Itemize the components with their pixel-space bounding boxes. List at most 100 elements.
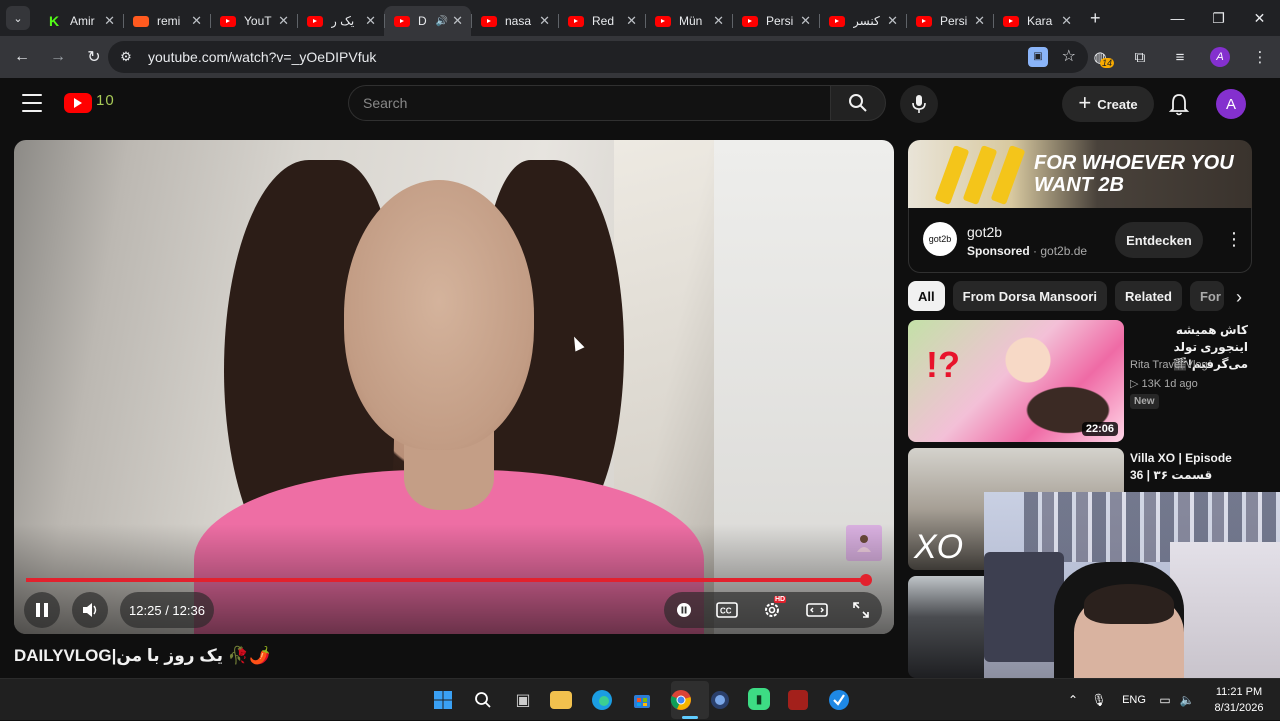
- start-windows-icon[interactable]: [431, 688, 455, 712]
- guide-menu-icon[interactable]: [22, 94, 42, 112]
- tab-close-icon[interactable]: ✕: [887, 13, 898, 29]
- browser-tab[interactable]: کنسر ✕: [819, 6, 906, 36]
- tab-close-icon[interactable]: ✕: [539, 13, 550, 29]
- ad-brand-name: got2b: [967, 224, 1003, 240]
- recommendation-channel[interactable]: Rita Travel Vlog: [1130, 359, 1208, 371]
- browser-tab[interactable]: Mün ✕: [645, 6, 732, 36]
- browser-tab[interactable]: Persi ✕: [906, 6, 993, 36]
- taskbar-search-icon[interactable]: [471, 688, 495, 712]
- search-input[interactable]: Search: [348, 85, 830, 121]
- tab-close-icon[interactable]: ✕: [452, 13, 463, 29]
- ad-cta-button[interactable]: Entdecken: [1115, 222, 1203, 258]
- tab-close-icon[interactable]: ✕: [626, 13, 637, 29]
- extension-icon[interactable]: ◍ 14: [1080, 48, 1120, 68]
- youtube-masthead: 10 Search + Create: [0, 78, 1280, 130]
- video-duration: 22:06: [1081, 422, 1118, 436]
- filter-chip[interactable]: Related: [1114, 281, 1182, 311]
- back-button[interactable]: ←: [6, 41, 38, 73]
- progress-bar[interactable]: [26, 578, 866, 582]
- recommendation-title[interactable]: Villa XO | Episode 36 | قسمت ۳۶: [1130, 450, 1248, 484]
- app-check-icon[interactable]: [827, 688, 851, 712]
- notifications-bell-icon[interactable]: [1166, 92, 1192, 118]
- microsoft-store-icon[interactable]: [630, 688, 654, 712]
- browser-tab[interactable]: Red ✕: [558, 6, 645, 36]
- ad-card[interactable]: got2b got2b Sponsored · got2b.de Entdeck…: [908, 208, 1252, 273]
- recommendation-thumbnail[interactable]: !? 22:06: [908, 320, 1124, 442]
- browser-tab[interactable]: D 🔊 ✕: [384, 6, 471, 36]
- site-info-icon[interactable]: ⚙: [114, 49, 138, 65]
- tab-close-icon[interactable]: ✕: [974, 13, 985, 29]
- forward-button[interactable]: →: [42, 41, 74, 73]
- ad-headline: FOR WHOEVER YOU WANT 2B: [1034, 152, 1234, 196]
- chevron-right-icon[interactable]: ›: [1236, 287, 1242, 308]
- tab-close-icon[interactable]: ✕: [713, 13, 724, 29]
- address-bar[interactable]: ⚙ youtube.com/watch?v=_yOeDIPVfuk ▣ ☆: [108, 41, 1088, 73]
- browser-tab[interactable]: K Amir ✕: [36, 6, 123, 36]
- close-window-button[interactable]: ✕: [1239, 0, 1280, 36]
- voice-search-button[interactable]: [900, 85, 938, 123]
- tab-close-icon[interactable]: ✕: [191, 13, 202, 29]
- tab-search-button[interactable]: ⌄: [6, 6, 30, 30]
- ad-banner-image[interactable]: FOR WHOEVER YOU WANT 2B: [908, 140, 1252, 208]
- youtube-logo[interactable]: [64, 93, 92, 113]
- cast-icon[interactable]: ▣: [1028, 47, 1048, 67]
- browser-tab[interactable]: YouT ✕: [210, 6, 297, 36]
- browser-menu-icon[interactable]: ⋮: [1240, 48, 1280, 66]
- filter-chips: All From Dorsa Mansoori Related For ›: [908, 281, 1252, 311]
- autoplay-toggle-icon[interactable]: [676, 602, 692, 618]
- youtube-icon: [916, 15, 932, 27]
- extension-badge: 14: [1099, 58, 1114, 68]
- filter-chip[interactable]: For: [1189, 281, 1224, 311]
- profile-button[interactable]: A: [1200, 47, 1240, 67]
- recommendation-item[interactable]: !? 22:06 کاش همیشه اینجوری تولد می‌گرفتم…: [908, 320, 1252, 442]
- extensions-puzzle-icon[interactable]: ⧉: [1120, 49, 1160, 66]
- android-app-icon[interactable]: ▮: [748, 688, 770, 710]
- tray-overflow-chevron-icon[interactable]: ⌃: [1062, 693, 1084, 707]
- browser-tab[interactable]: Kara ✕: [993, 6, 1080, 36]
- task-view-icon[interactable]: ▣: [511, 688, 535, 712]
- speaker-icon[interactable]: 🔈: [1176, 693, 1198, 707]
- microphone-icon: [912, 95, 926, 113]
- tab-close-icon[interactable]: ✕: [365, 13, 376, 29]
- taskbar-clock[interactable]: 11:21 PM 8/31/2026: [1206, 684, 1272, 716]
- browser-tab-title: Persi: [940, 14, 968, 28]
- browser-tab[interactable]: nasa ✕: [471, 6, 558, 36]
- browser-tab-title: nasa: [505, 14, 532, 28]
- progress-scrubber[interactable]: [860, 574, 872, 586]
- dota-app-icon[interactable]: [788, 690, 808, 710]
- tab-audio-icon[interactable]: 🔊: [436, 16, 448, 27]
- browser-tab[interactable]: یک ر ✕: [297, 6, 384, 36]
- browser-tab[interactable]: remi ✕: [123, 6, 210, 36]
- browser-tab[interactable]: Persi ✕: [732, 6, 819, 36]
- chrome-browser-icon[interactable]: [669, 688, 693, 712]
- tab-close-icon[interactable]: ✕: [800, 13, 811, 29]
- filter-chip[interactable]: From Dorsa Mansoori: [952, 281, 1107, 311]
- ad-more-options-icon[interactable]: ⋮: [1225, 230, 1243, 248]
- account-avatar[interactable]: A: [1216, 89, 1246, 119]
- search-button[interactable]: [830, 85, 886, 121]
- tray-microphone-icon[interactable]: 🎙: [1084, 693, 1114, 707]
- bookmark-star-icon[interactable]: ☆: [1062, 46, 1076, 66]
- network-icon[interactable]: ▭: [1154, 693, 1176, 707]
- theater-mode-icon[interactable]: [806, 602, 828, 618]
- minimize-button[interactable]: —: [1157, 0, 1198, 36]
- media-controls-icon[interactable]: ≡: [1160, 49, 1200, 66]
- video-player[interactable]: 12:25 / 12:36 CC HD: [14, 140, 894, 634]
- tab-close-icon[interactable]: ✕: [278, 13, 289, 29]
- maximize-button[interactable]: ❐: [1198, 0, 1239, 36]
- reload-button[interactable]: ↻: [78, 41, 110, 73]
- filter-chip[interactable]: All: [908, 281, 945, 311]
- tab-close-icon[interactable]: ✕: [104, 13, 115, 29]
- fullscreen-icon[interactable]: [852, 601, 870, 619]
- subtitles-icon[interactable]: CC: [716, 602, 738, 618]
- pause-button[interactable]: [24, 592, 60, 628]
- edge-browser-icon[interactable]: [590, 688, 614, 712]
- create-button[interactable]: + Create: [1062, 86, 1154, 122]
- new-tab-button[interactable]: +: [1090, 8, 1101, 29]
- settings-button[interactable]: HD: [762, 596, 787, 620]
- file-explorer-icon[interactable]: [550, 691, 572, 709]
- volume-button[interactable]: [72, 592, 108, 628]
- app-icon[interactable]: [708, 688, 732, 712]
- tab-close-icon[interactable]: ✕: [1061, 13, 1072, 29]
- language-indicator[interactable]: ENG: [1114, 694, 1154, 706]
